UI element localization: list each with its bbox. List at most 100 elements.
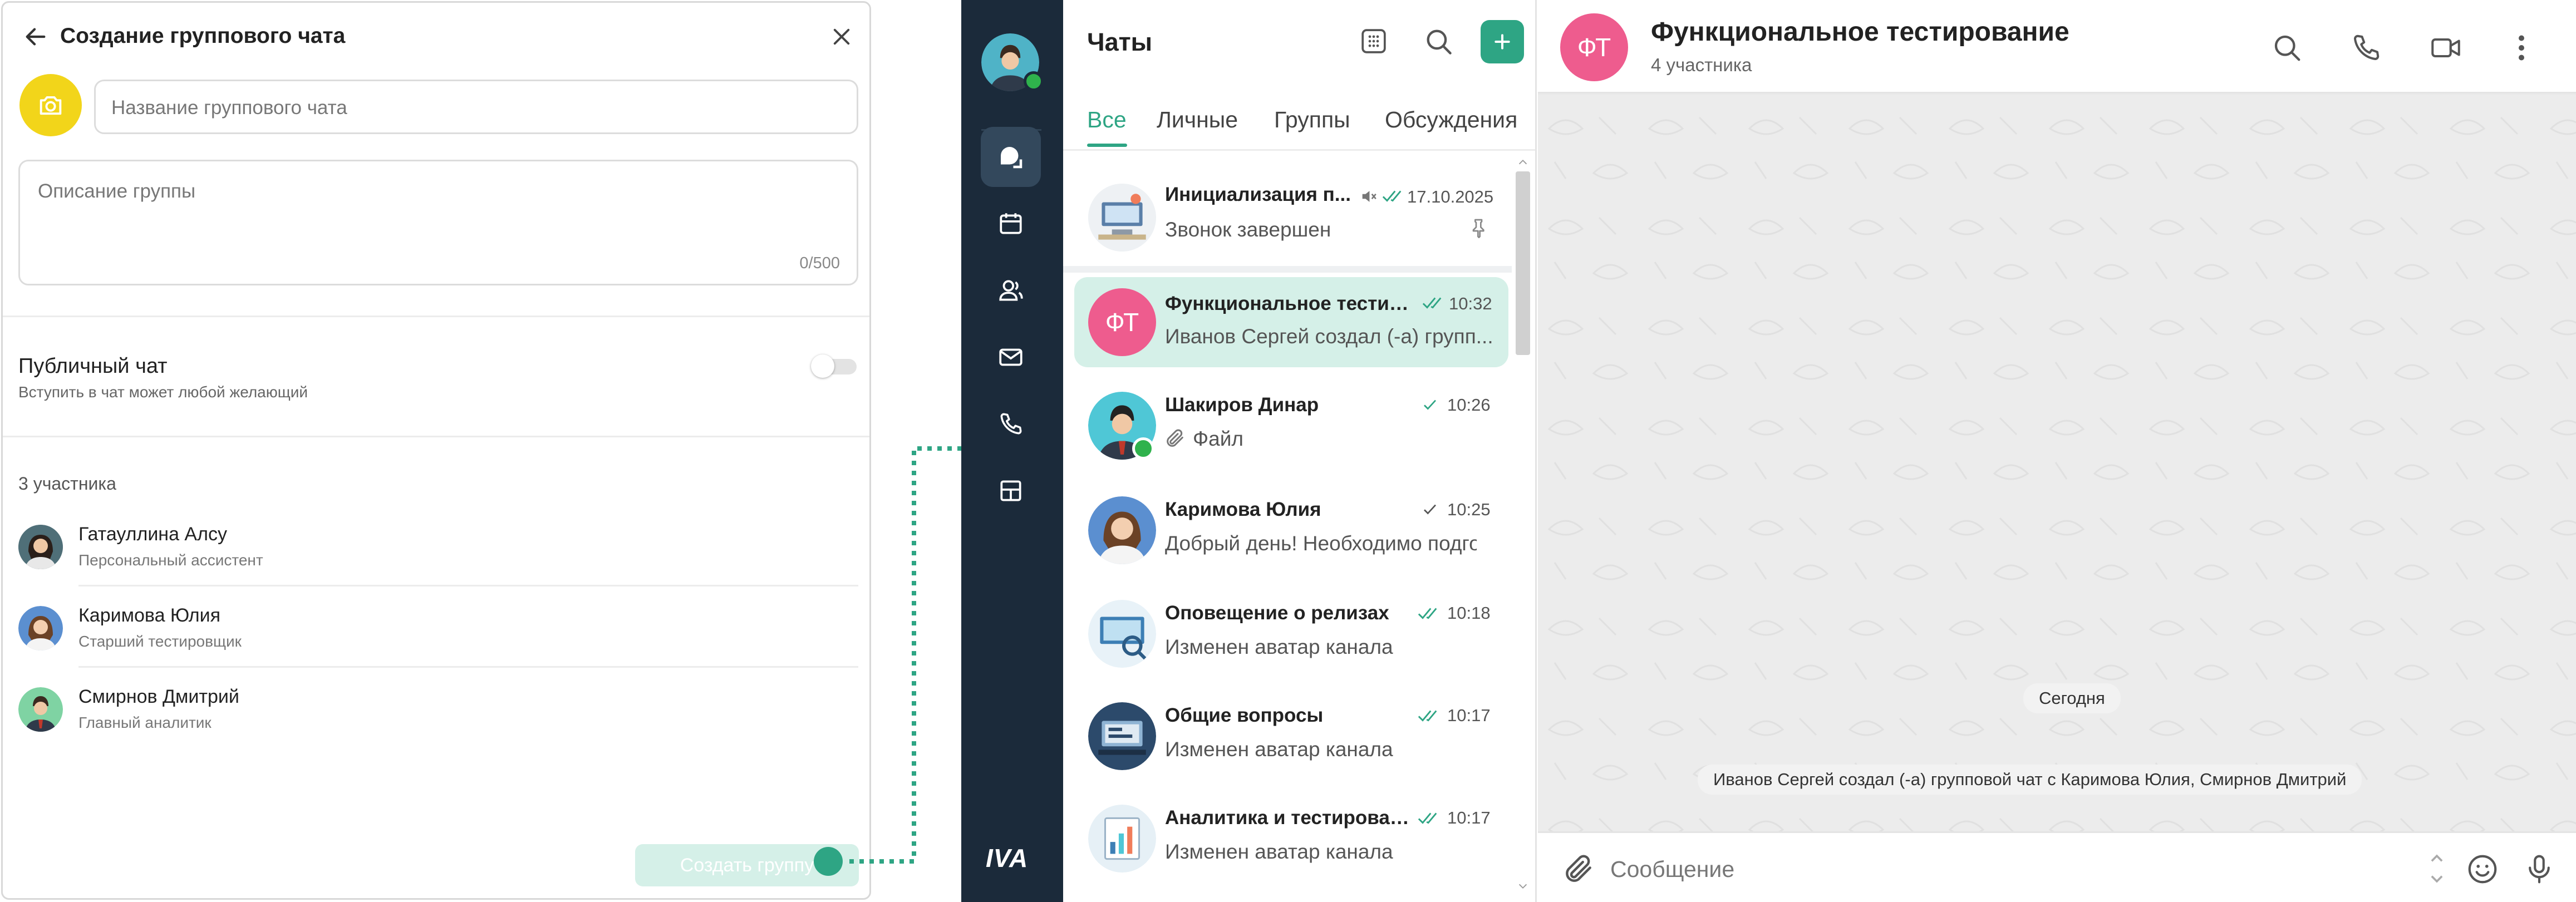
double-check-icon [1417,604,1439,622]
app-logo: IVA [986,844,1029,873]
tab-groups[interactable]: Группы [1274,107,1350,133]
chat-avatar [1088,600,1156,668]
member-role: Старший тестировщик [78,633,242,650]
calendar-icon [997,210,1025,238]
chat-item-name: Общие вопросы [1165,704,1324,726]
public-chat-label: Публичный чат [18,354,168,378]
public-chat-hint: Вступить в чат может любой желающий [18,383,308,401]
chat-avatar [1088,184,1156,252]
dialpad-icon[interactable] [1358,26,1389,57]
group-description-field[interactable]: Описание группы 0/500 [18,160,858,285]
conversation-header: ФТ Функциональное тестирование 4 участни… [1538,0,2576,93]
chat-item-init[interactable]: Инициализация п... 17.10.2025 Звонок зав… [1063,167,1508,267]
search-icon[interactable] [2270,31,2304,65]
chat-avatar [1088,702,1156,770]
chat-item-karimova[interactable]: Каримова Юлия 10:25 Добрый день! Необход… [1063,483,1508,583]
double-check-icon [1417,809,1439,827]
public-chat-toggle[interactable] [811,353,858,378]
tab-discussions[interactable]: Обсуждения [1385,107,1517,133]
conversation-avatar[interactable]: ФТ [1560,13,1628,81]
chat-avatar [1088,805,1156,873]
rail-calls[interactable] [981,394,1041,454]
close-icon[interactable] [830,25,853,48]
message-composer: Сообщение [1538,831,2576,902]
online-status-dot [1024,71,1044,91]
rail-calendar[interactable] [981,194,1041,254]
panel-title: Создание группового чата [60,24,346,48]
member-role: Главный аналитик [78,714,212,731]
message-input[interactable]: Сообщение [1610,844,2445,892]
camera-icon [36,91,65,120]
attachment-icon[interactable] [1561,852,1596,886]
rail-contacts[interactable] [981,260,1041,321]
member-row[interactable]: Гатауллина Алсу Персональный ассистент [18,519,858,586]
divider [78,666,858,668]
chat-item-time: 10:17 [1447,808,1491,827]
conversation-title[interactable]: Функциональное тестирование [1651,17,2069,47]
chat-item-preview: Файл [1193,427,1243,450]
chat-item-time: 17.10.2025 [1407,187,1494,206]
message-placeholder: Сообщение [1610,856,1735,882]
rail-chats[interactable] [981,127,1041,187]
double-check-icon [1417,707,1439,724]
chat-list-panel: Чаты Все Личные Группы Обсуждения Инициа… [1063,0,1537,902]
chat-item-general-questions[interactable]: Общие вопросы 10:17 Изменен аватар канал… [1063,689,1508,789]
plus-icon [1491,31,1513,53]
chat-item-name: Оповещение о релизах [1165,602,1389,624]
chat-item-time: 10:17 [1447,706,1491,725]
rail-mail[interactable] [981,327,1041,387]
phone-icon[interactable] [2349,31,2383,65]
chat-item-preview: Изменен аватар канала [1165,738,1393,761]
conversation-subtitle: 4 участника [1651,55,1752,75]
system-message: Иванов Сергей создал (-а) групповой чат … [1698,765,2362,795]
double-check-icon [1422,294,1444,312]
member-role: Персональный ассистент [78,551,263,569]
emoji-icon[interactable] [2465,852,2500,886]
members-count: 3 участника [18,474,116,494]
member-name: Гатауллина Алсу [78,524,227,545]
new-chat-button[interactable] [1481,20,1524,63]
attachment-icon [1164,427,1186,450]
chat-item-name: Функциональное тестир... [1165,293,1415,314]
tab-all[interactable]: Все [1087,107,1127,133]
more-options-icon[interactable] [2513,31,2530,65]
online-status-dot [1132,437,1154,460]
tab-personal[interactable]: Личные [1157,107,1238,133]
chat-item-name: Каримова Юлия [1165,499,1321,520]
chat-item-time: 10:32 [1449,294,1492,313]
member-row[interactable]: Каримова Юлия Старший тестировщик [18,600,858,667]
chat-item-shakirov[interactable]: Шакиров Динар 10:26 Файл [1063,378,1508,479]
divider [1063,149,1535,151]
create-group-panel: Создание группового чата Название группо… [1,1,871,900]
member-avatar [18,525,63,569]
chat-background-pattern [1538,95,2576,833]
camera-upload-button[interactable] [19,74,82,136]
group-name-field[interactable]: Название группового чата [94,80,858,134]
member-row[interactable]: Смирнов Дмитрий Главный аналитик [18,682,858,748]
chat-item-analytics[interactable]: Аналитика и тестирован... 10:17 Изменен … [1063,791,1508,891]
chat-item-preview: Иванов Сергей создал (-а) групп... [1165,325,1493,348]
pinned-separator [1063,266,1512,273]
back-arrow-icon[interactable] [23,24,48,50]
chat-avatar [1088,496,1156,564]
chat-avatar-initials: ФТ [1088,288,1156,356]
chat-item-time: 10:18 [1447,603,1491,623]
message-scrollbar[interactable] [2462,100,2470,829]
phone-icon [997,410,1025,438]
check-icon [1422,396,1438,413]
scrollbar[interactable] [1512,154,1533,899]
chat-item-release-notifications[interactable]: Оповещение о релизах 10:18 Изменен авата… [1063,586,1508,687]
chat-item-functional-testing[interactable]: ФТ Функциональное тестир... 10:32 Иванов… [1074,277,1508,367]
pin-icon [1468,217,1490,239]
rail-widgets[interactable] [981,461,1041,521]
chat-item-preview: Звонок завершен [1165,218,1331,241]
search-icon[interactable] [1423,26,1455,58]
expand-composer-icon[interactable] [2429,851,2445,886]
char-counter: 0/500 [799,254,840,272]
chat-item-preview: Изменен аватар канала [1165,635,1393,658]
group-name-placeholder: Название группового чата [111,97,347,119]
active-tab-indicator [1087,144,1127,147]
divider [3,436,869,437]
video-call-icon[interactable] [2428,31,2463,65]
microphone-icon[interactable] [2522,851,2557,888]
